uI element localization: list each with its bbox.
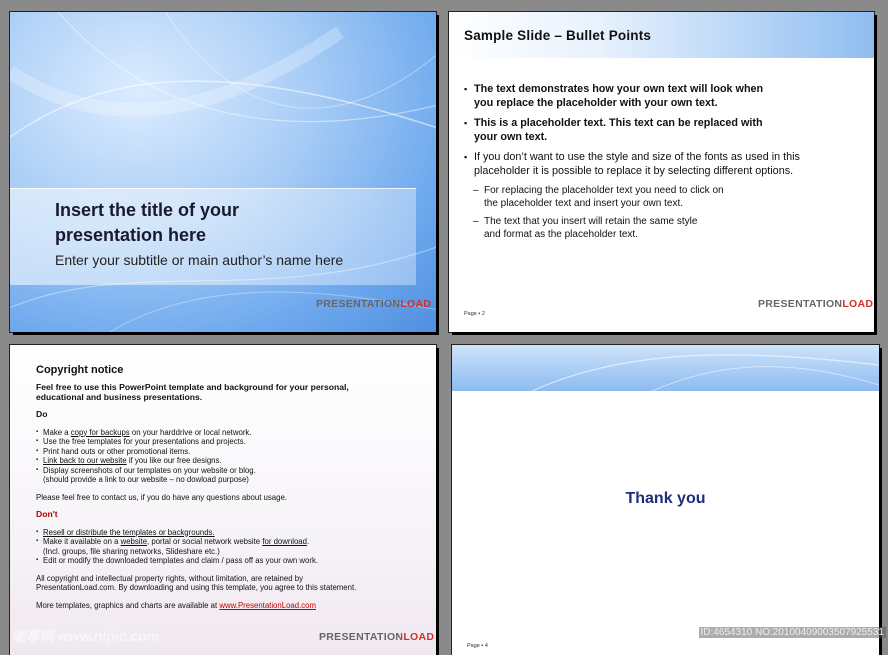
text: PresentationLoad.com. By downloading and… — [36, 583, 357, 592]
text: . — [306, 537, 310, 546]
slide-subtitle: Enter your subtitle or main author’s nam… — [55, 252, 344, 268]
bullet-item: The text demonstrates how your own text … — [464, 82, 864, 110]
image-id-tag: ID:4654310 NO:20100409003507925531 — [698, 627, 886, 638]
bullet-line: If you don’t want to use the style and s… — [474, 151, 800, 163]
for-download-link[interactable]: for download — [262, 537, 307, 546]
bullet-item: If you don’t want to use the style and s… — [464, 150, 864, 178]
dont-heading: Don't — [36, 509, 58, 519]
bullet-line: This is a placeholder text. This text ca… — [474, 117, 763, 129]
bullet-line: The text demonstrates how your own text … — [474, 83, 764, 95]
watermark-text: 昵享网 www.nipic.com — [12, 628, 160, 644]
bullet-line: the placeholder text and insert your own… — [484, 198, 684, 209]
thank-you-slide-thumbnail[interactable]: Thank you Page ▪ 4 — [452, 345, 879, 655]
text: (Incl. groups, file sharing networks, Sl… — [43, 546, 220, 556]
text: , portal or social network website — [147, 537, 263, 546]
list-item: Make it available on a website, portal o… — [36, 537, 416, 556]
bullet-list: The text demonstrates how your own text … — [464, 82, 864, 246]
dont-list: Resell or distribute the templates or ba… — [36, 528, 416, 566]
copyright-body: Feel free to use this PowerPoint templat… — [36, 382, 416, 610]
thank-you-text: Thank you — [625, 490, 706, 507]
copyright-slide-thumbnail[interactable]: Copyright notice Feel free to use this P… — [10, 345, 436, 655]
list-item: Make a copy for backups on your harddriv… — [36, 428, 416, 438]
logo-text-load: LOAD — [403, 631, 435, 643]
contact-text: Please feel free to contact us, if you d… — [36, 492, 287, 502]
intro-text: Feel free to use this PowerPoint templat… — [36, 382, 416, 402]
do-heading: Do — [36, 409, 48, 419]
list-item: Use the free templates for your presenta… — [36, 437, 416, 447]
list-item: Edit or modify the downloaded templates … — [36, 556, 416, 566]
slide-title: Copyright notice — [36, 364, 124, 376]
bullet-line: For replacing the placeholder text you n… — [484, 185, 724, 196]
title-slide-thumbnail[interactable]: Insert the title of your presentation he… — [10, 12, 436, 332]
text: Make a — [43, 427, 71, 437]
text: More templates, graphics and charts are … — [36, 600, 220, 610]
text: Display screenshots of our templates on … — [43, 465, 256, 475]
header-swirl-graphic — [531, 354, 879, 391]
copy-for-backups-link[interactable]: copy for backups — [71, 428, 130, 437]
rights-text: All copyright and intellectual property … — [36, 574, 416, 593]
logo-text-presentation: PRESENTATION — [316, 298, 401, 310]
text: on your harddrive or local network. — [129, 427, 252, 437]
presentationload-logo: PRESENTATIONLOAD — [319, 631, 434, 643]
link-back-link[interactable]: Link back to our website — [43, 456, 127, 465]
presentationload-logo: PRESENTATIONLOAD — [758, 298, 873, 310]
bullet-line: you replace the placeholder with your ow… — [474, 97, 718, 109]
list-item: Link back to our website if you like our… — [36, 456, 416, 466]
website-link[interactable]: website — [121, 537, 147, 546]
text: Make it available on a — [43, 537, 121, 546]
bullet-line: your own text. — [474, 131, 548, 143]
do-list: Make a copy for backups on your harddriv… — [36, 428, 416, 485]
bullet-line: and format as the placeholder text. — [484, 229, 638, 240]
sub-bullet-item: The text that you insert will retain the… — [464, 215, 864, 241]
bullet-line: placeholder it is possible to replace it… — [474, 165, 794, 177]
page-number: Page ▪ 2 — [464, 311, 485, 317]
presentationload-website-link[interactable]: www.PresentationLoad.com — [219, 601, 316, 610]
bullet-item: This is a placeholder text. This text ca… — [464, 116, 864, 144]
slide-title: Sample Slide – Bullet Points — [464, 28, 652, 43]
logo-text-load: LOAD — [842, 298, 874, 310]
presentationload-logo: PRESENTATIONLOAD — [316, 298, 431, 310]
text: if you like our free designs. — [126, 456, 222, 465]
more-templates-text: More templates, graphics and charts are … — [36, 601, 416, 611]
list-item: Display screenshots of our templates on … — [36, 466, 416, 485]
logo-text-load: LOAD — [400, 298, 432, 310]
slide-title: Insert the title of your presentation he… — [55, 198, 385, 248]
slide-title-line-2: presentation here — [55, 225, 207, 245]
sub-bullet-item: For replacing the placeholder text you n… — [464, 184, 864, 210]
page-number: Page ▪ 4 — [467, 643, 488, 649]
logo-text-presentation: PRESENTATION — [319, 631, 404, 643]
bullet-slide-thumbnail[interactable]: Sample Slide – Bullet Points The text de… — [449, 12, 874, 332]
list-item: Print hand outs or other promotional ite… — [36, 447, 416, 457]
logo-text-presentation: PRESENTATION — [758, 298, 843, 310]
bullet-line: The text that you insert will retain the… — [484, 216, 698, 227]
intro-line: Feel free to use this PowerPoint templat… — [36, 382, 349, 392]
slide-title-line-1: Insert the title of your — [55, 200, 240, 220]
text: All copyright and intellectual property … — [36, 573, 303, 583]
text: (should provide a link to our website – … — [43, 475, 249, 484]
list-item: Resell or distribute the templates or ba… — [36, 528, 416, 538]
intro-line: educational and business presentations. — [36, 392, 203, 402]
